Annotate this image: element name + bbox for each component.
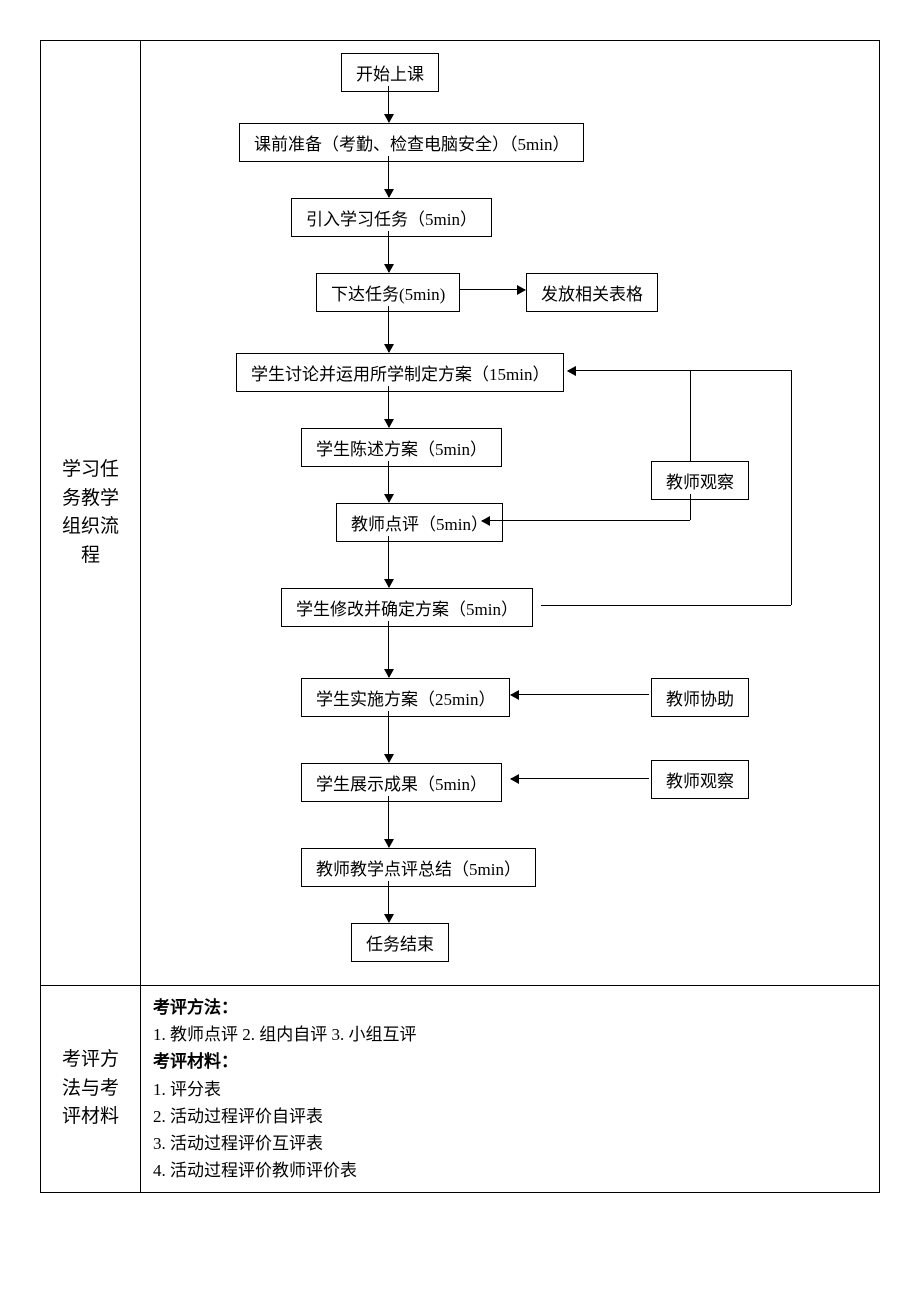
arrow-start-prep	[388, 86, 389, 122]
row-evaluation: 考评方法与考评材料 考评方法： 1. 教师点评 2. 组内自评 3. 小组互评 …	[41, 986, 879, 1192]
arrow-prep-intro	[388, 156, 389, 197]
arrow-implement-show	[388, 711, 389, 762]
line-observe1-down	[690, 494, 691, 520]
eval-method-title: 考评方法：	[153, 994, 867, 1021]
node-present: 学生陈述方案（5min）	[301, 428, 502, 467]
node-review: 教师点评（5min）	[336, 503, 503, 542]
arrow-revise-implement	[388, 621, 389, 677]
arrow-show-summary	[388, 796, 389, 847]
row-flowchart: 学习任务教学组织流程 开始上课 课前准备（考勤、检查电脑安全）（5min） 引入…	[41, 41, 879, 986]
line-observe1-up	[690, 370, 691, 461]
arrow-present-review	[388, 461, 389, 502]
node-implement: 学生实施方案（25min）	[301, 678, 510, 717]
eval-m4: 4. 活动过程评价教师评价表	[153, 1157, 867, 1184]
arrow-loop-into-discuss	[568, 370, 791, 371]
node-summary: 教师教学点评总结（5min）	[301, 848, 536, 887]
flow-container: 开始上课 课前准备（考勤、检查电脑安全）（5min） 引入学习任务（5min） …	[141, 41, 879, 985]
arrow-summary-end	[388, 881, 389, 922]
node-intro: 引入学习任务（5min）	[291, 198, 492, 237]
arrow-assign-discuss	[388, 306, 389, 352]
arrow-observe1-review	[482, 520, 690, 521]
arrow-observe2-show	[511, 778, 649, 779]
row2-label-text: 考评方法与考评材料	[61, 1046, 120, 1132]
flowchart: 开始上课 课前准备（考勤、检查电脑安全）（5min） 引入学习任务（5min） …	[141, 53, 879, 973]
eval-m3: 3. 活动过程评价互评表	[153, 1130, 867, 1157]
node-observe1: 教师观察	[651, 461, 749, 500]
node-discuss: 学生讨论并运用所学制定方案（15min）	[236, 353, 564, 392]
arrow-assist-implement	[511, 694, 649, 695]
eval-m1: 1. 评分表	[153, 1076, 867, 1103]
node-show: 学生展示成果（5min）	[301, 763, 502, 802]
arrow-discuss-present	[388, 386, 389, 427]
arrow-review-revise	[388, 536, 389, 587]
evaluation-content: 考评方法： 1. 教师点评 2. 组内自评 3. 小组互评 考评材料： 1. 评…	[141, 986, 879, 1192]
node-start: 开始上课	[341, 53, 439, 92]
node-revise: 学生修改并确定方案（5min）	[281, 588, 533, 627]
node-prep: 课前准备（考勤、检查电脑安全）（5min）	[239, 123, 584, 162]
row2-label: 考评方法与考评材料	[41, 986, 141, 1192]
node-assist: 教师协助	[651, 678, 749, 717]
line-loop-right	[791, 370, 792, 605]
node-observe2: 教师观察	[651, 760, 749, 799]
arrow-assign-forms	[459, 289, 525, 290]
node-forms: 发放相关表格	[526, 273, 658, 312]
arrow-intro-assign	[388, 231, 389, 272]
node-end: 任务结束	[351, 923, 449, 962]
document-frame: 学习任务教学组织流程 开始上课 课前准备（考勤、检查电脑安全）（5min） 引入…	[40, 40, 880, 1193]
row1-label: 学习任务教学组织流程	[41, 41, 141, 985]
eval-m2: 2. 活动过程评价自评表	[153, 1103, 867, 1130]
line-loop-bottom	[541, 605, 791, 606]
eval-methods: 1. 教师点评 2. 组内自评 3. 小组互评	[153, 1021, 867, 1048]
eval-material-title: 考评材料：	[153, 1048, 867, 1075]
row1-label-text: 学习任务教学组织流程	[61, 456, 120, 570]
